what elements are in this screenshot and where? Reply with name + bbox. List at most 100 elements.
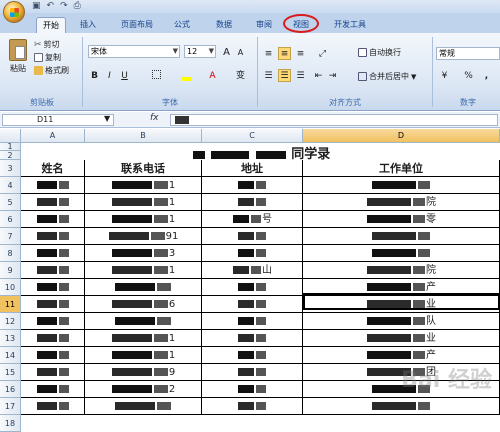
align-middle-button[interactable]: ≡	[278, 47, 291, 60]
copy-button[interactable]: 复制	[34, 52, 61, 63]
table-cell[interactable]	[202, 398, 303, 415]
column-header-c[interactable]: C	[202, 129, 303, 143]
table-cell[interactable]: 1	[85, 194, 202, 211]
row-header[interactable]: 2	[0, 151, 21, 160]
table-cell[interactable]: 院	[303, 262, 500, 279]
table-cell[interactable]	[202, 330, 303, 347]
column-title-cell[interactable]: 联系电话	[85, 160, 202, 177]
italic-button[interactable]: I	[103, 69, 116, 82]
column-title-cell[interactable]: 地址	[202, 160, 303, 177]
table-cell[interactable]: 1	[85, 262, 202, 279]
table-cell[interactable]	[21, 262, 85, 279]
table-cell[interactable]	[202, 364, 303, 381]
tab-data[interactable]: 数据	[210, 17, 238, 33]
phonetic-button[interactable]: 变	[234, 69, 247, 82]
column-header-a[interactable]: A	[21, 129, 85, 143]
table-cell[interactable]	[21, 347, 85, 364]
font-name-combo[interactable]: 宋体 ▼	[88, 45, 180, 58]
row-header[interactable]: 7	[0, 228, 21, 245]
decrease-indent-button[interactable]: ⇤	[312, 69, 325, 82]
table-cell[interactable]	[85, 313, 202, 330]
office-button[interactable]	[3, 1, 25, 23]
table-cell[interactable]	[303, 228, 500, 245]
align-right-button[interactable]: ☰	[294, 69, 307, 82]
row-header[interactable]: 13	[0, 330, 21, 347]
table-cell[interactable]: 业	[303, 330, 500, 347]
table-cell[interactable]: 队	[303, 313, 500, 330]
table-cell[interactable]	[85, 398, 202, 415]
table-cell[interactable]	[202, 347, 303, 364]
undo-icon[interactable]: ↶	[47, 1, 55, 11]
format-painter-button[interactable]: 格式刷	[34, 65, 69, 76]
increase-indent-button[interactable]: ⇥	[326, 69, 339, 82]
table-cell[interactable]	[202, 177, 303, 194]
table-cell[interactable]	[21, 381, 85, 398]
fill-color-button[interactable]	[180, 69, 193, 82]
table-cell[interactable]	[303, 245, 500, 262]
table-cell[interactable]	[303, 398, 500, 415]
table-cell[interactable]	[85, 279, 202, 296]
font-color-button[interactable]: A	[206, 69, 219, 82]
fx-icon[interactable]: fx	[150, 113, 159, 123]
name-box[interactable]: D11	[2, 114, 114, 126]
table-cell[interactable]	[21, 364, 85, 381]
row-header[interactable]: 18	[0, 415, 21, 432]
row-header[interactable]: 15	[0, 364, 21, 381]
row-header[interactable]: 4	[0, 177, 21, 194]
tab-home[interactable]: 开始	[36, 17, 66, 33]
table-cell[interactable]	[202, 279, 303, 296]
table-cell[interactable]: 零	[303, 211, 500, 228]
paste-button[interactable]: 粘贴	[6, 39, 30, 74]
row-header[interactable]: 1	[0, 143, 21, 151]
table-cell[interactable]: 业	[303, 296, 500, 313]
table-cell[interactable]: 产	[303, 279, 500, 296]
table-cell[interactable]: 1	[85, 211, 202, 228]
cut-button[interactable]: ✂ 剪切	[34, 39, 60, 50]
row-header[interactable]: 5	[0, 194, 21, 211]
table-cell[interactable]: 1	[85, 347, 202, 364]
table-cell[interactable]	[21, 296, 85, 313]
row-header[interactable]: 3	[0, 160, 21, 177]
table-cell[interactable]	[21, 194, 85, 211]
table-cell[interactable]: 团	[303, 364, 500, 381]
select-all-corner[interactable]	[0, 129, 21, 143]
row-header[interactable]: 8	[0, 245, 21, 262]
row-header[interactable]: 6	[0, 211, 21, 228]
column-title-cell[interactable]: 姓名	[21, 160, 85, 177]
table-cell[interactable]: 3	[85, 245, 202, 262]
align-center-button[interactable]: ☰	[278, 69, 291, 82]
table-cell[interactable]	[21, 228, 85, 245]
tab-review[interactable]: 审阅	[250, 17, 278, 33]
table-cell[interactable]	[202, 381, 303, 398]
tab-developer[interactable]: 开发工具	[328, 17, 372, 33]
row-header[interactable]: 11	[0, 296, 21, 313]
row-header[interactable]: 10	[0, 279, 21, 296]
font-size-combo[interactable]: 12 ▼	[184, 45, 216, 58]
grow-font-button[interactable]: A	[220, 45, 233, 58]
tab-view[interactable]: 视图	[287, 17, 315, 33]
row-header[interactable]: 12	[0, 313, 21, 330]
shrink-font-button[interactable]: A	[234, 45, 247, 58]
align-bottom-button[interactable]: ≡	[294, 47, 307, 60]
table-cell[interactable]	[21, 398, 85, 415]
row-header[interactable]: 9	[0, 262, 21, 279]
formula-input[interactable]	[170, 114, 498, 126]
align-top-button[interactable]: ≡	[262, 47, 275, 60]
table-cell[interactable]	[21, 211, 85, 228]
wrap-text-button[interactable]: 自动换行	[358, 47, 401, 58]
row-header[interactable]: 17	[0, 398, 21, 415]
comma-button[interactable]: ,	[480, 69, 493, 82]
merge-center-button[interactable]: 合并后居中 ▼	[358, 71, 416, 82]
borders-button[interactable]	[150, 69, 163, 82]
percent-button[interactable]: %	[462, 69, 475, 82]
chevron-down-icon[interactable]: ▼	[104, 114, 110, 123]
redo-icon[interactable]: ↷	[60, 1, 68, 11]
table-cell[interactable]	[202, 228, 303, 245]
table-cell[interactable]: 号	[202, 211, 303, 228]
table-cell[interactable]	[202, 296, 303, 313]
row-header[interactable]: 14	[0, 347, 21, 364]
table-cell[interactable]	[21, 177, 85, 194]
table-cell[interactable]: 院	[303, 194, 500, 211]
save-icon[interactable]: ▣	[32, 1, 41, 11]
table-cell[interactable]	[21, 313, 85, 330]
